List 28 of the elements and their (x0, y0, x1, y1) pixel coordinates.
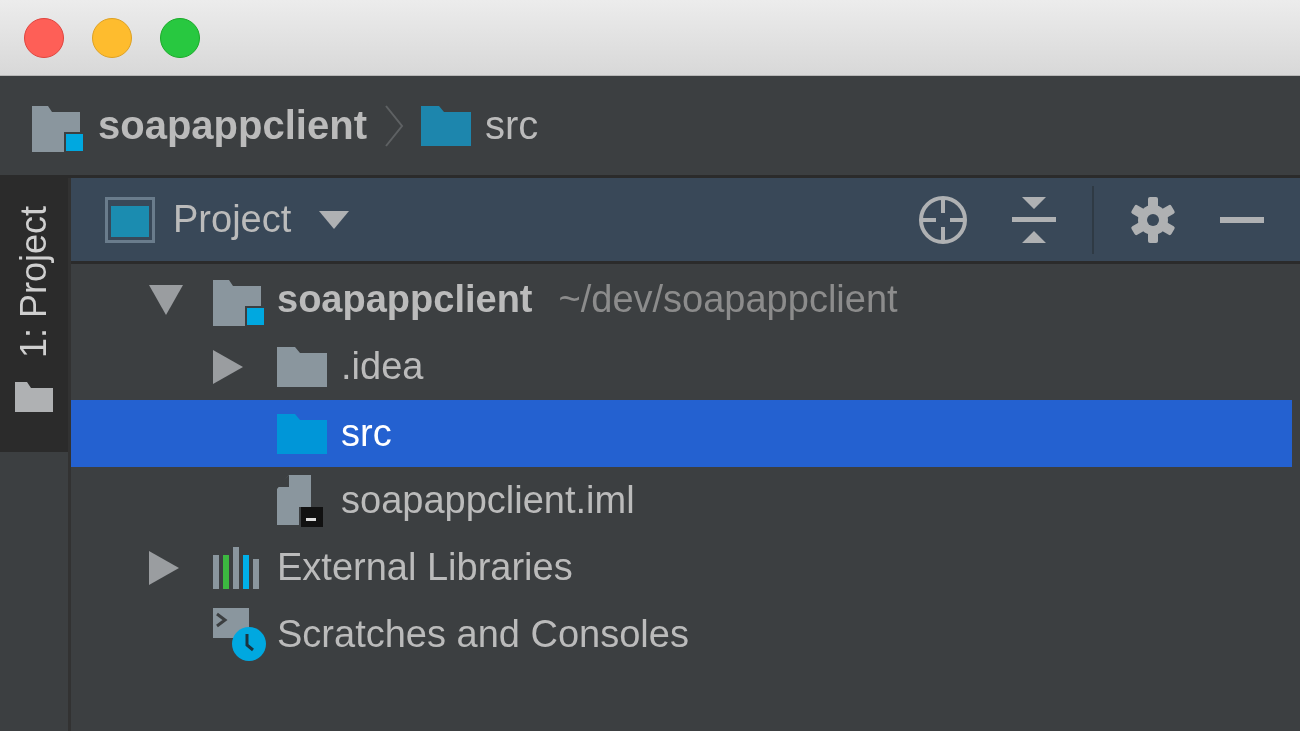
folder-icon (277, 413, 327, 454)
tree-item[interactable]: soapappclient.iml (71, 467, 1292, 534)
minimize-icon[interactable] (1220, 216, 1264, 223)
crosshair-icon[interactable] (918, 194, 968, 245)
folder-icon (420, 105, 471, 146)
breadcrumb[interactable]: soapappclient (32, 99, 367, 152)
close-window-button[interactable] (24, 17, 64, 58)
tree-item[interactable]: External Libraries (71, 534, 1292, 601)
collapse-all-icon[interactable] (1012, 196, 1056, 243)
view-dropdown[interactable]: Project (105, 196, 350, 243)
tool-window-tab[interactable]: 1: Project (0, 178, 68, 453)
zoom-window-button[interactable] (160, 17, 200, 58)
folder-icon (277, 346, 327, 387)
folder-icon (15, 382, 53, 413)
tree-item[interactable]: src (71, 400, 1292, 467)
chevron-icon (382, 103, 405, 148)
collapsed-arrow-icon[interactable] (213, 349, 243, 384)
expanded-arrow-icon[interactable] (149, 284, 183, 315)
tree-item[interactable]: Scratches and Consoles (71, 601, 1292, 668)
scratches-icon (213, 607, 267, 662)
tree-item[interactable]: soapappclient ~/dev/soapappclient (71, 266, 1292, 333)
collapsed-arrow-icon[interactable] (149, 550, 179, 585)
settings-icon[interactable] (1130, 196, 1176, 243)
window-icon (105, 196, 155, 243)
caret-icon (319, 210, 350, 229)
tree-item[interactable]: .idea (71, 333, 1292, 400)
file-icon (277, 474, 325, 527)
breadcrumb[interactable]: src (420, 103, 539, 148)
